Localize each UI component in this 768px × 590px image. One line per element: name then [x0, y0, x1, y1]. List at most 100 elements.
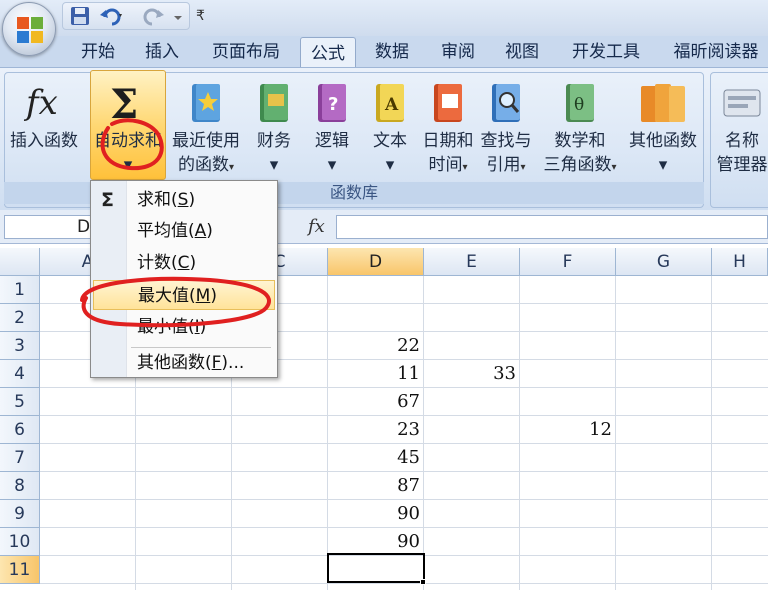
row-header-4[interactable]: 4	[0, 360, 40, 388]
column-header-e[interactable]: E	[424, 248, 520, 276]
menu-item-more-label: 其他函数(	[137, 353, 212, 373]
row-header-9[interactable]: 9	[0, 500, 40, 528]
logical-button[interactable]: ? 逻辑 ▾	[304, 74, 360, 180]
autosum-caret-icon[interactable]: ▾	[90, 154, 166, 177]
more-functions-label: 其他函数	[629, 131, 697, 151]
menu-item-count[interactable]: 计数(C)	[93, 248, 275, 278]
insert-function-fx-icon[interactable]: fx	[308, 216, 325, 237]
row-header-3[interactable]: 3	[0, 332, 40, 360]
math-trig-label-1: 数学和	[554, 131, 606, 151]
tab-formulas[interactable]: 公式	[300, 37, 356, 69]
row-header-8[interactable]: 8	[0, 472, 40, 500]
logical-caret-icon: ▾	[327, 155, 337, 175]
book-financial-icon	[260, 84, 288, 122]
tab-review[interactable]: 审阅	[428, 36, 488, 68]
select-all-corner[interactable]	[0, 248, 40, 276]
menu-item-more-functions[interactable]: 其他函数(F)...	[93, 348, 275, 378]
row-header-1[interactable]: 1	[0, 276, 40, 304]
menu-item-sum-label: 求和(	[137, 190, 178, 210]
column-header-h[interactable]: H	[712, 248, 768, 276]
financial-label: 财务	[257, 131, 291, 151]
row-header-11[interactable]: 11	[0, 556, 40, 584]
menu-item-count-label: 计数(	[137, 253, 178, 273]
book-question-icon: ?	[318, 84, 346, 122]
row-header-5[interactable]: 5	[0, 388, 40, 416]
row-header-6[interactable]: 6	[0, 416, 40, 444]
cell-d9[interactable]: 90	[328, 500, 424, 528]
cell-f6[interactable]: 12	[520, 416, 616, 444]
office-button[interactable]	[2, 2, 56, 56]
gridline	[711, 276, 712, 590]
row-header-7[interactable]: 7	[0, 444, 40, 472]
tab-insert[interactable]: 插入	[132, 36, 192, 68]
menu-item-average[interactable]: 平均值(A)	[93, 216, 275, 246]
redo-icon[interactable]	[143, 5, 169, 27]
cell-d8[interactable]: 87	[328, 472, 424, 500]
cell-d5[interactable]: 67	[328, 388, 424, 416]
undo-icon[interactable]	[99, 5, 125, 27]
more-functions-button[interactable]: 其他函数 ▾	[624, 74, 702, 180]
column-header-f[interactable]: F	[520, 248, 616, 276]
cell-d3[interactable]: 22	[328, 332, 424, 360]
book-theta-icon: θ	[566, 84, 594, 122]
cell-d6[interactable]: 23	[328, 416, 424, 444]
column-header-g[interactable]: G	[616, 248, 712, 276]
math-trig-label-2: 三角函数▾	[543, 155, 617, 175]
tab-developer[interactable]: 开发工具	[558, 36, 654, 68]
menu-item-count-tail: )	[189, 253, 197, 273]
cell-d4[interactable]: 11	[328, 360, 424, 388]
tab-view[interactable]: 视图	[492, 36, 552, 68]
menu-item-count-key: C	[177, 253, 190, 273]
text-caret-icon: ▾	[385, 155, 395, 175]
formula-input[interactable]	[336, 215, 768, 239]
tab-data[interactable]: 数据	[362, 36, 422, 68]
svg-text:?: ?	[328, 94, 338, 115]
column-header-d[interactable]: D	[328, 248, 424, 276]
sigma-icon: Σ	[101, 189, 114, 211]
text-label: 文本	[373, 131, 407, 151]
active-cell-d11[interactable]	[327, 553, 425, 583]
name-manager-button[interactable]: 名称 管理器	[710, 74, 768, 180]
logical-label: 逻辑	[315, 131, 349, 151]
dropdown-arrow-icon[interactable]	[173, 5, 183, 27]
more-functions-caret-icon: ▾	[658, 155, 668, 175]
customize-qat-icon[interactable]: ₹	[196, 8, 205, 24]
autosum-button[interactable]: Σ 自动求和 ▾	[90, 74, 166, 180]
cell-d7[interactable]: 45	[328, 444, 424, 472]
recently-used-button[interactable]: 最近使用 的函数▾	[168, 74, 244, 180]
svg-text:Σ: Σ	[110, 81, 138, 126]
name-manager-label-2: 管理器	[716, 155, 768, 175]
menu-item-sum[interactable]: Σ 求和(S)	[93, 185, 275, 215]
save-icon[interactable]	[69, 5, 91, 27]
fill-handle[interactable]	[420, 579, 426, 585]
date-time-label-2: 时间▾	[428, 155, 468, 175]
date-time-button[interactable]: 日期和 时间▾	[420, 74, 476, 180]
name-manager-icon	[723, 89, 761, 117]
tab-foxit-reader[interactable]: 福昕阅读器	[664, 36, 768, 68]
row-header-2[interactable]: 2	[0, 304, 40, 332]
autosum-label: 自动求和	[94, 131, 162, 151]
tab-page-layout[interactable]: 页面布局	[196, 36, 296, 68]
menu-item-max[interactable]: 最大值(M)	[93, 280, 275, 310]
lookup-reference-label-1: 查找与	[480, 131, 532, 151]
menu-item-max-tail: )	[210, 286, 217, 306]
cell-d10[interactable]: 90	[328, 528, 424, 556]
recently-used-label-1: 最近使用	[172, 131, 240, 151]
row-header-10[interactable]: 10	[0, 528, 40, 556]
book-text-icon: A	[376, 84, 404, 122]
tab-home[interactable]: 开始	[68, 36, 128, 68]
menu-item-min[interactable]: 最小值(I)	[93, 312, 275, 342]
svg-text:fx: fx	[23, 83, 58, 123]
date-time-label-1: 日期和	[422, 131, 474, 151]
cell-e4[interactable]: 33	[424, 360, 520, 388]
lookup-reference-button[interactable]: 查找与 引用▾	[476, 74, 536, 180]
menu-item-sum-key: S	[177, 190, 189, 210]
insert-function-button[interactable]: fx 插入函数	[6, 74, 82, 180]
math-trig-button[interactable]: θ 数学和 三角函数▾	[536, 74, 624, 180]
lookup-reference-label-2: 引用▾	[486, 155, 526, 175]
text-button[interactable]: A 文本 ▾	[362, 74, 418, 180]
insert-function-label: 插入函数	[10, 131, 78, 151]
financial-button[interactable]: 财务 ▾	[246, 74, 302, 180]
office-logo-icon	[17, 17, 43, 43]
gridline	[40, 583, 768, 584]
